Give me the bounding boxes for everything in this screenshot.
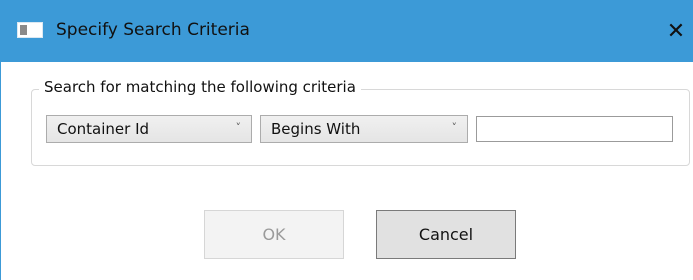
field-select[interactable]: Container Id ˅ (46, 115, 252, 143)
chevron-down-icon: ˅ (451, 121, 458, 134)
cancel-button[interactable]: Cancel (376, 210, 516, 259)
criteria-group-legend: Search for matching the following criter… (39, 78, 361, 96)
close-icon[interactable]: ✕ (658, 10, 693, 52)
window-icon (17, 22, 43, 38)
dialog-title: Specify Search Criteria (56, 20, 250, 40)
operator-select[interactable]: Begins With ˅ (260, 115, 468, 143)
dialog-window: Specify Search Criteria ✕ Search for mat… (0, 0, 693, 280)
chevron-down-icon: ˅ (235, 121, 242, 134)
operator-select-value: Begins With (271, 120, 361, 138)
window-icon-panel (20, 25, 27, 35)
title-bar: Specify Search Criteria ✕ (1, 0, 693, 62)
search-value-input[interactable] (476, 116, 673, 142)
ok-button[interactable]: OK (204, 210, 344, 259)
field-select-value: Container Id (57, 120, 150, 138)
